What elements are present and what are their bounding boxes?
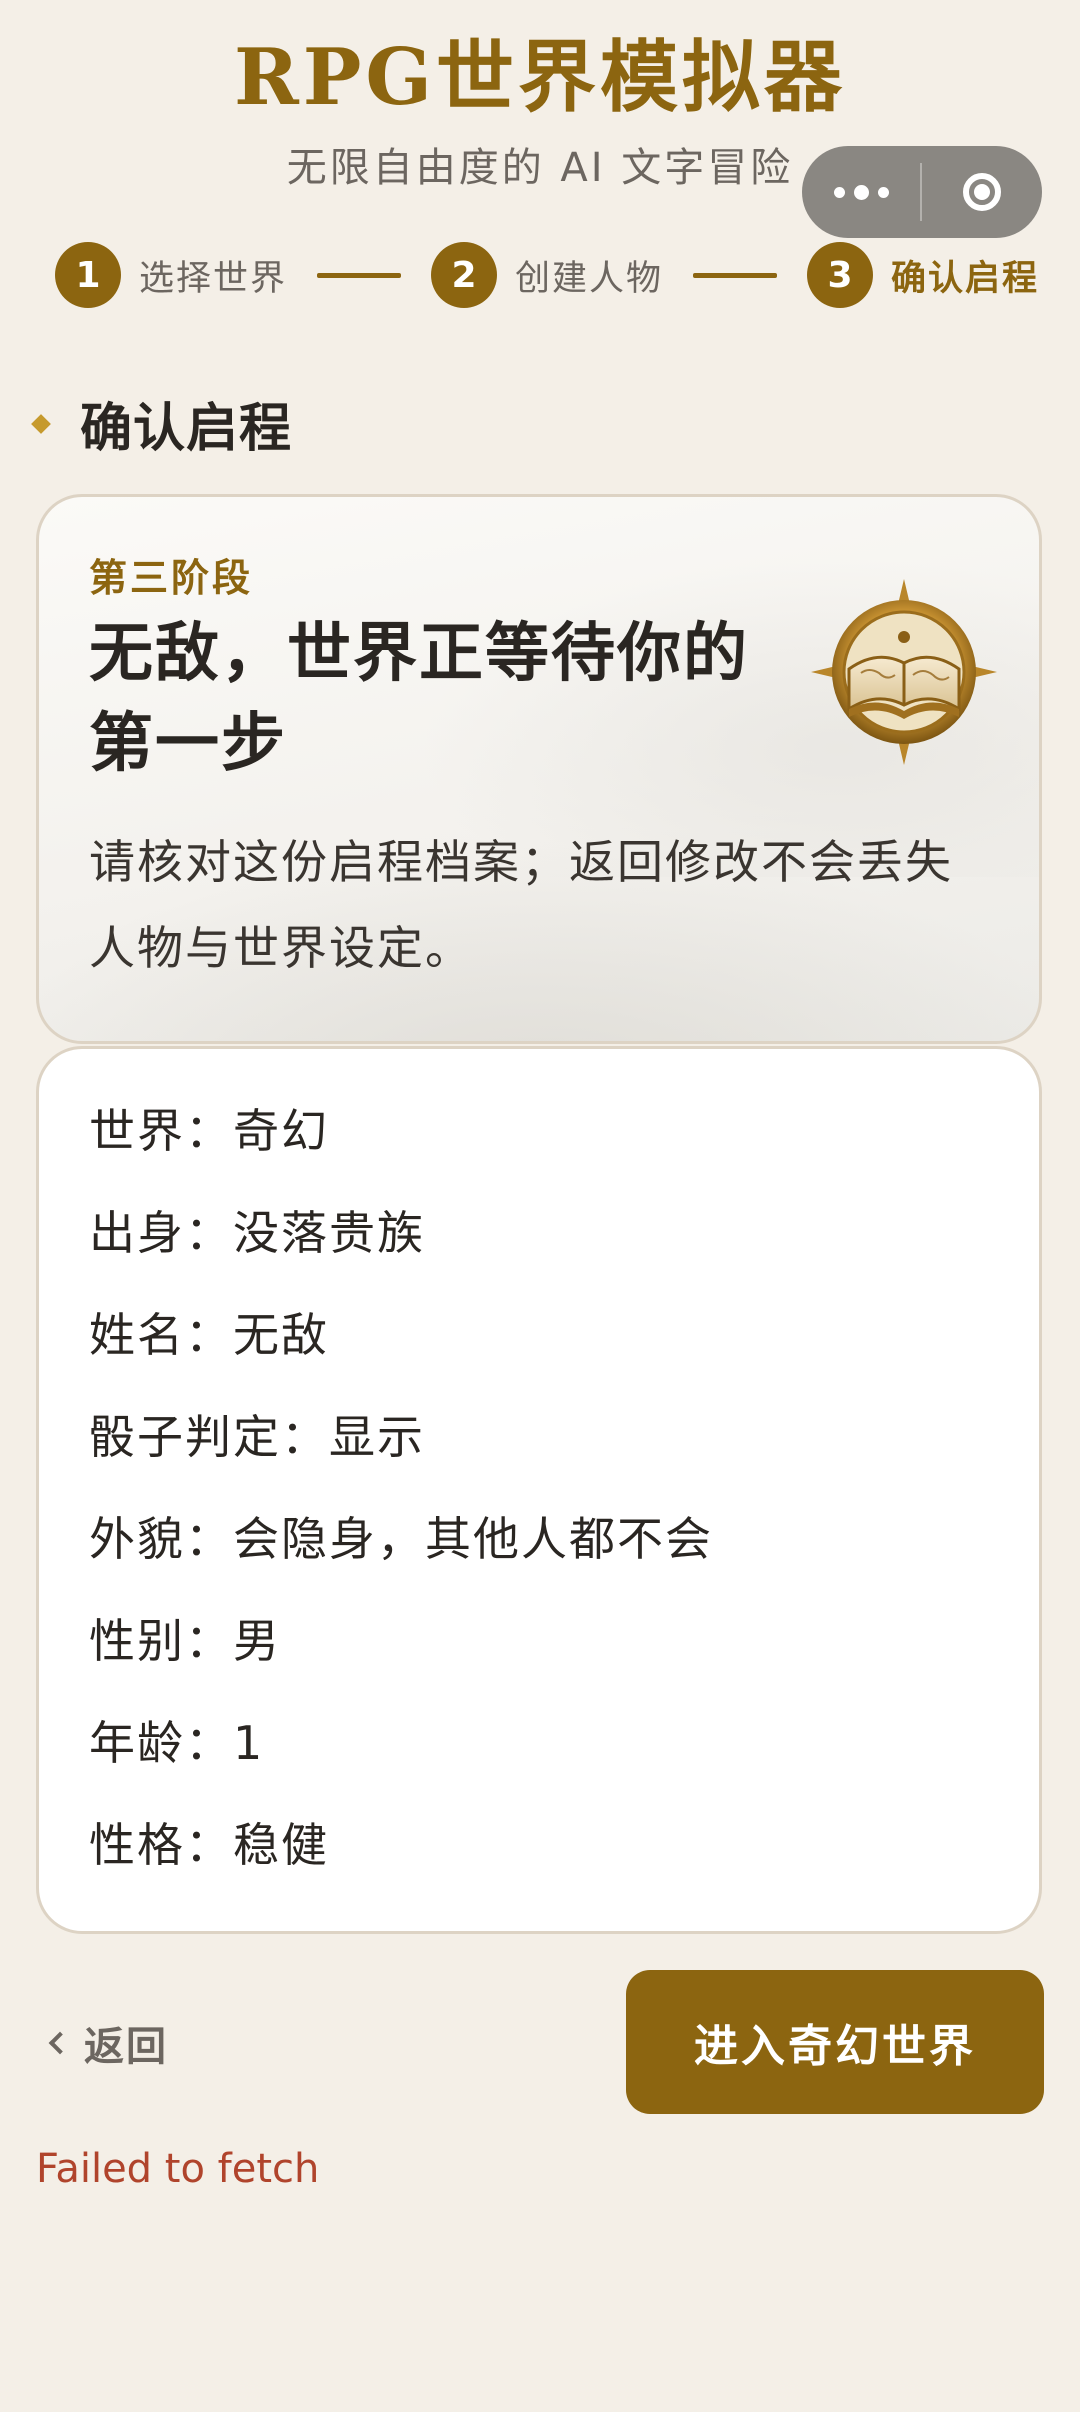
more-dots-icon[interactable] [802,146,920,238]
step-label: 创建人物 [515,258,664,299]
profile-row-appearance: 外貌：会隐身，其他人都不会 [89,1512,713,1566]
step-confirm-departure: 3 确认启程 [807,242,1039,308]
step-create-character: 2 创建人物 [431,242,663,308]
hero-title: 无敌，世界正等待你的第一步 [89,617,749,781]
mini-program-capsule [802,146,1042,238]
stepper: 1 选择世界 2 创建人物 3 确认启程 [55,242,1039,308]
step-connector [317,272,402,278]
step-number: 3 [807,242,874,308]
profile-row-world: 世界：奇幻 [89,1104,329,1158]
step-label: 选择世界 [139,258,288,299]
profile-row-dice: 骰子判定：显示 [89,1410,425,1464]
profile-row-name: 姓名：无敌 [89,1308,329,1362]
step-label: 确认启程 [891,258,1040,299]
step-connector [693,272,778,278]
hero-card: 第三阶段 无敌，世界正等待你的第一步 请核对这份启程档案；返回修改不会丢失人物与… [36,494,1042,1044]
chevron-left-icon [48,2031,72,2055]
step-number: 1 [55,242,121,308]
book-compass-icon [811,579,997,765]
target-circle-icon[interactable] [922,146,1042,238]
hero-description: 请核对这份启程档案；返回修改不会丢失人物与世界设定。 [89,835,953,975]
profile-card: 世界：奇幻 出身：没落贵族 姓名：无敌 骰子判定：显示 外貌：会隐身，其他人都不… [36,1046,1042,1934]
section-heading: 确认启程 [31,386,293,461]
diamond-icon [31,413,51,434]
error-message: Failed to fetch [36,2146,320,2192]
profile-row-origin: 出身：没落贵族 [89,1206,425,1260]
step-number: 2 [431,242,498,308]
step-select-world: 1 选择世界 [55,242,287,308]
profile-row-age: 年龄：1 [89,1716,265,1770]
enter-world-button[interactable]: 进入奇幻世界 [626,1970,1044,2114]
section-title: 确认启程 [80,399,293,459]
profile-row-gender: 性别：男 [89,1614,281,1668]
back-button[interactable]: 返回 [44,2010,168,2076]
stage-label: 第三阶段 [89,556,254,600]
app-title: RPG世界模拟器 [233,32,847,123]
back-label: 返回 [84,2024,168,2070]
profile-row-personality: 性格：稳健 [89,1818,329,1872]
